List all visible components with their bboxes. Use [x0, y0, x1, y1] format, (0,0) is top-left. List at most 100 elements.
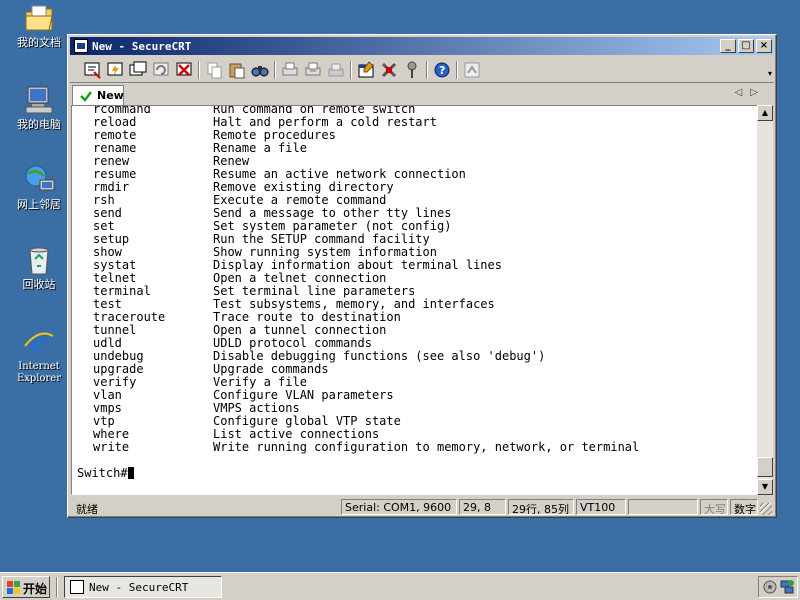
sftp-icon[interactable] [462, 60, 482, 80]
command-description: Halt and perform a cold restart [213, 115, 437, 129]
close-button[interactable]: × [756, 39, 772, 53]
command-description: Send a message to other tty lines [213, 206, 452, 220]
command-description: Rename a file [213, 141, 307, 155]
recycle-bin-icon [22, 244, 56, 276]
command-description: List active connections [213, 427, 380, 441]
network-icon [22, 164, 56, 196]
connected-check-icon [80, 90, 92, 102]
printer-setup-icon[interactable] [326, 60, 346, 80]
session-tabbar: New ◁▷ [70, 84, 774, 105]
terminal-screen[interactable]: rcommand Run command on remote switch relo… [71, 105, 758, 495]
command-description: Renew [213, 154, 250, 168]
desktop-icon-my-computer[interactable]: 我的电脑 [6, 84, 72, 131]
tab-scroll-arrows-icon[interactable]: ◁▷ [735, 87, 766, 98]
tab-label: New [97, 89, 124, 102]
scrollbar-thumb[interactable] [757, 457, 773, 477]
command-description: Show running system information [213, 245, 437, 259]
tray-sound-icon[interactable] [762, 579, 778, 598]
taskbar-button-securecrt[interactable]: New - SecureCRT [64, 576, 222, 598]
terminal-line: undebug Disable debugging functions (see … [77, 350, 639, 363]
start-button[interactable]: 开始 [2, 576, 50, 598]
command-description: Verify a file [213, 375, 307, 389]
svg-text:?: ? [439, 64, 445, 77]
command-description: Display information about terminal lines [213, 258, 502, 272]
minimize-button[interactable]: _ [720, 39, 736, 53]
command-description: Remove existing directory [213, 180, 394, 194]
terminal-line: remote Remote procedures [77, 129, 639, 142]
status-ready: 就绪 [76, 503, 98, 516]
toolbar-separator [456, 61, 458, 79]
command-name: write [93, 440, 130, 454]
desktop-icon-network-places[interactable]: 网上邻居 [6, 164, 72, 211]
desktop-icon-my-documents[interactable]: 我的文档 [6, 2, 72, 49]
toolbar-separator [350, 61, 352, 79]
svg-text:e: e [30, 326, 47, 358]
window-titlebar[interactable]: New - SecureCRT _ □ × [70, 37, 774, 55]
find-icon[interactable] [250, 60, 270, 80]
securecrt-app-icon[interactable] [74, 39, 88, 53]
status-caps: 大写 [700, 499, 728, 515]
global-options-icon[interactable] [379, 60, 399, 80]
command-description: Set terminal line parameters [213, 284, 416, 298]
terminal-line: write Write running configuration to memo… [77, 441, 639, 454]
desktop-icon-label: 回收站 [22, 278, 56, 291]
command-description: Execute a remote command [213, 193, 387, 207]
command-description: Write running configuration to memory, n… [213, 440, 640, 454]
resize-grip-icon[interactable] [760, 503, 772, 515]
text-cursor [127, 467, 134, 479]
status-bar: 就绪 Serial: COM1, 9600 29, 8 29行, 85列 VT1… [70, 497, 774, 517]
copy-icon[interactable] [204, 60, 224, 80]
disconnect-icon[interactable] [174, 60, 194, 80]
connect-icon[interactable] [82, 60, 102, 80]
securecrt-app-icon [70, 580, 84, 594]
keymap-icon[interactable] [402, 60, 422, 80]
print-icon[interactable] [280, 60, 300, 80]
desktop-icon-label: 我的文档 [17, 36, 61, 49]
prompt-line[interactable]: Switch# [77, 467, 639, 480]
tray-network-icon[interactable] [779, 579, 795, 598]
securecrt-window: New - SecureCRT _ □ × ? ▾ New ◁▷ rcomman… [67, 34, 777, 518]
print-selection-icon[interactable] [303, 60, 323, 80]
terminal-line: upgrade Upgrade commands [77, 363, 639, 376]
status-blank [628, 499, 698, 515]
command-description: UDLD protocol commands [213, 336, 372, 350]
paste-icon[interactable] [227, 60, 247, 80]
taskbar-separator [56, 577, 58, 597]
ie-icon: e [22, 326, 56, 359]
connect-tab-icon[interactable] [128, 60, 148, 80]
command-description: Upgrade commands [213, 362, 329, 376]
scroll-down-icon[interactable]: ▼ [757, 479, 773, 495]
prompt-text: Switch# [77, 466, 128, 480]
maximize-button[interactable]: □ [738, 39, 754, 53]
command-description: Open a telnet connection [213, 271, 387, 285]
desktop-icon-recycle-bin[interactable]: 回收站 [6, 244, 72, 291]
toolbar: ? ▾ [70, 57, 774, 83]
command-description: Test subsystems, memory, and interfaces [213, 297, 495, 311]
status-emulation: VT100 [576, 499, 626, 515]
quick-connect-icon[interactable] [105, 60, 125, 80]
desktop-icon-label: 网上邻居 [17, 198, 61, 211]
system-tray [758, 576, 798, 598]
toolbar-overflow-chevron-icon[interactable]: ▾ [768, 69, 772, 78]
scroll-up-icon[interactable]: ▲ [757, 105, 773, 121]
taskbar: 开始 New - SecureCRT [0, 572, 800, 600]
command-description: Remote procedures [213, 128, 336, 142]
status-serial: Serial: COM1, 9600 [341, 499, 457, 515]
command-description: Disable debugging functions (see also 'd… [213, 349, 546, 363]
terminal-line: reload Halt and perform a cold restart [77, 116, 639, 129]
desktop-icon-internet-explorer[interactable]: e Internet Explorer [6, 326, 72, 385]
reconnect-icon[interactable] [151, 60, 171, 80]
status-num: 数字 [730, 499, 758, 515]
command-description: Trace route to destination [213, 310, 401, 324]
tab-new[interactable]: New [72, 85, 124, 105]
taskbar-button-label: New - SecureCRT [89, 581, 189, 594]
toolbar-separator [198, 61, 200, 79]
desktop-icon-label: Internet Explorer [16, 361, 62, 384]
terminal-output: rcommand Run command on remote switch relo… [77, 106, 639, 480]
command-description: VMPS actions [213, 401, 300, 415]
command-description: Set system parameter (not config) [213, 219, 452, 233]
status-cursor-position: 29, 8 [459, 499, 506, 515]
vertical-scrollbar[interactable]: ▲ ▼ [757, 105, 773, 495]
session-options-icon[interactable] [356, 60, 376, 80]
help-icon[interactable]: ? [432, 60, 452, 80]
